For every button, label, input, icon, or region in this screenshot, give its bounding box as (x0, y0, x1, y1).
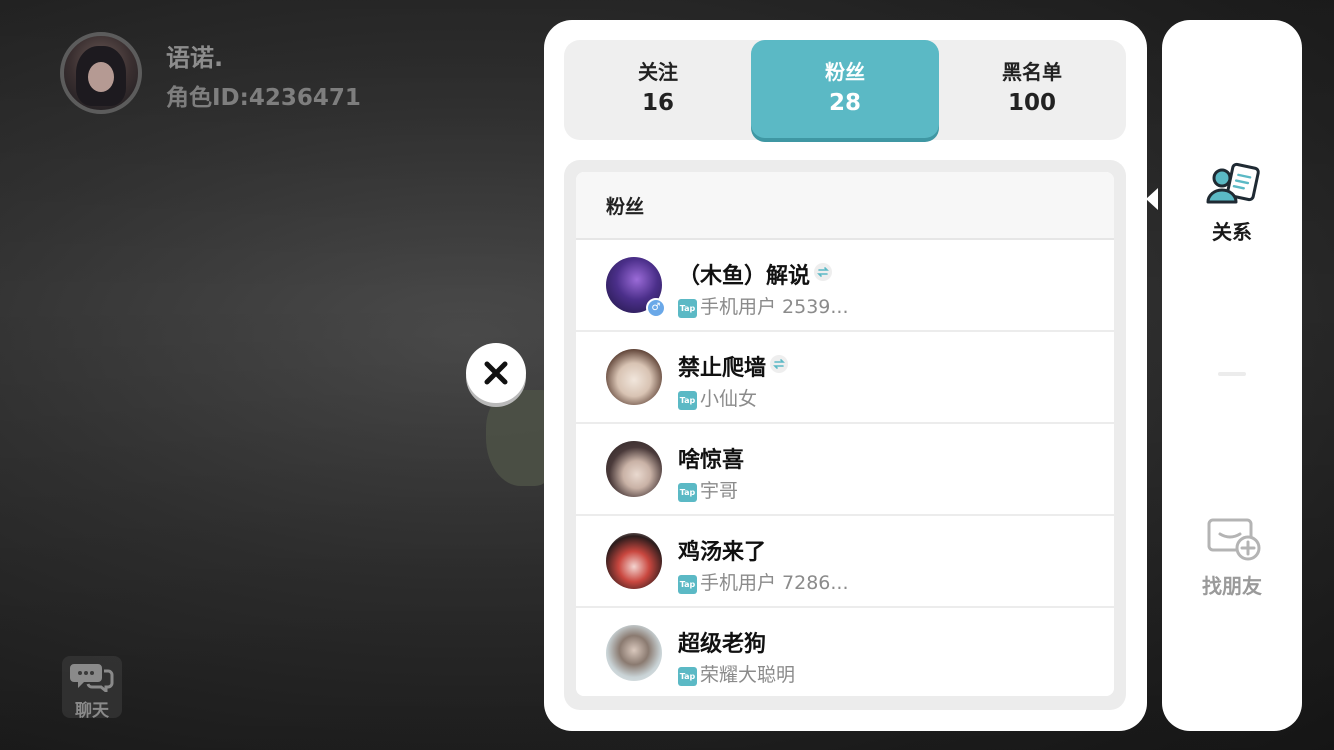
list-item[interactable]: 啥惊喜 Tap 宇哥 (576, 424, 1114, 516)
list-item-subtitle-text: 小仙女 (700, 388, 758, 410)
list-item-subtitle-text: 手机用户 2539... (700, 296, 849, 318)
tap-platform-icon: Tap (678, 575, 697, 594)
list-item-name: 禁止爬墙 (678, 350, 789, 382)
tap-platform-icon: Tap (678, 667, 697, 686)
list-item-subtitle-text: 宇哥 (700, 480, 739, 502)
close-x-icon (484, 361, 508, 385)
list-item[interactable]: 禁止爬墙 Tap 小仙女 (576, 332, 1114, 424)
tab-fans-label: 粉丝 (825, 60, 865, 84)
list-item-subtitle: Tap 小仙女 (678, 384, 757, 411)
list-item[interactable]: 鸡汤来了 Tap 手机用户 7286... (576, 516, 1114, 608)
male-gender-icon: ♂ (646, 298, 666, 318)
list-item-name-text: 啥惊喜 (678, 448, 745, 473)
tab-fans-count: 28 (828, 90, 861, 116)
list-item-name: 超级老狗 (678, 626, 766, 658)
list-header-title: 粉丝 (606, 196, 645, 218)
mutual-follow-icon (770, 355, 789, 373)
list-item-name-text: （木鱼）解说 (678, 264, 811, 289)
relationship-panel: 关注 16 粉丝 28 黑名单 100 粉丝 ♂ （木鱼）解说 Tap 手机用户… (544, 20, 1147, 731)
sidebar-item-relationship-label: 关系 (1212, 220, 1252, 244)
sidebar-item-relationship[interactable]: 关系 (1162, 160, 1302, 250)
tap-platform-icon: Tap (678, 391, 697, 410)
close-button[interactable] (466, 343, 526, 403)
list-item-subtitle-text: 手机用户 7286... (700, 572, 849, 594)
player-name: 语诺. (166, 44, 224, 72)
player-avatar[interactable] (60, 32, 142, 114)
chat-button[interactable]: 聊天 (62, 656, 122, 721)
avatar[interactable] (606, 625, 662, 681)
fans-list-container: 粉丝 ♂ （木鱼）解说 Tap 手机用户 2539... 禁止爬墙 Tap 小仙… (564, 160, 1126, 710)
relationship-icon (1206, 162, 1260, 204)
fans-list[interactable]: 粉丝 ♂ （木鱼）解说 Tap 手机用户 2539... 禁止爬墙 Tap 小仙… (576, 172, 1114, 696)
avatar[interactable] (606, 533, 662, 589)
mutual-follow-icon (814, 263, 833, 281)
list-item-name-text: 超级老狗 (678, 632, 767, 657)
tab-following-label: 关注 (638, 60, 678, 84)
relationship-tabs: 关注 16 粉丝 28 黑名单 100 (564, 40, 1126, 140)
list-item-subtitle: Tap 宇哥 (678, 476, 738, 503)
sidebar-selection-pointer (1146, 188, 1158, 210)
tab-blacklist[interactable]: 黑名单 100 (938, 40, 1126, 140)
find-friend-icon (1207, 518, 1261, 561)
list-item-name: （木鱼）解说 (678, 258, 833, 290)
list-item-subtitle: Tap 手机用户 2539... (678, 292, 849, 319)
list-item[interactable]: 超级老狗 Tap 荣耀大聪明 (576, 608, 1114, 696)
list-item-name: 啥惊喜 (678, 442, 744, 474)
tap-platform-icon: Tap (678, 483, 697, 502)
list-item-subtitle-text: 荣耀大聪明 (700, 664, 796, 686)
player-role-id: 角色ID:4236471 (166, 85, 361, 111)
sidebar-item-find-friend[interactable]: 找朋友 (1162, 518, 1302, 598)
sidebar-divider (1218, 372, 1246, 376)
list-item-subtitle: Tap 荣耀大聪明 (678, 660, 795, 687)
list-item-subtitle: Tap 手机用户 7286... (678, 568, 849, 595)
chat-label: 聊天 (75, 701, 109, 721)
tab-blacklist-label: 黑名单 (1002, 60, 1062, 84)
list-header: 粉丝 (576, 172, 1114, 240)
sidebar-item-find-friend-label: 找朋友 (1202, 574, 1262, 598)
right-sidebar: 关系 找朋友 (1162, 20, 1302, 731)
tab-fans[interactable]: 粉丝 28 (751, 40, 939, 138)
tap-platform-icon: Tap (678, 299, 697, 318)
avatar[interactable] (606, 441, 662, 497)
chat-bubbles-icon (70, 664, 114, 692)
list-item-name: 鸡汤来了 (678, 534, 766, 566)
tab-blacklist-count: 100 (1007, 90, 1056, 116)
tab-following[interactable]: 关注 16 (564, 40, 752, 140)
list-item-name-text: 鸡汤来了 (678, 540, 767, 565)
list-item[interactable]: ♂ （木鱼）解说 Tap 手机用户 2539... (576, 240, 1114, 332)
list-item-name-text: 禁止爬墙 (678, 356, 767, 381)
tab-following-count: 16 (641, 90, 674, 116)
avatar[interactable] (606, 349, 662, 405)
